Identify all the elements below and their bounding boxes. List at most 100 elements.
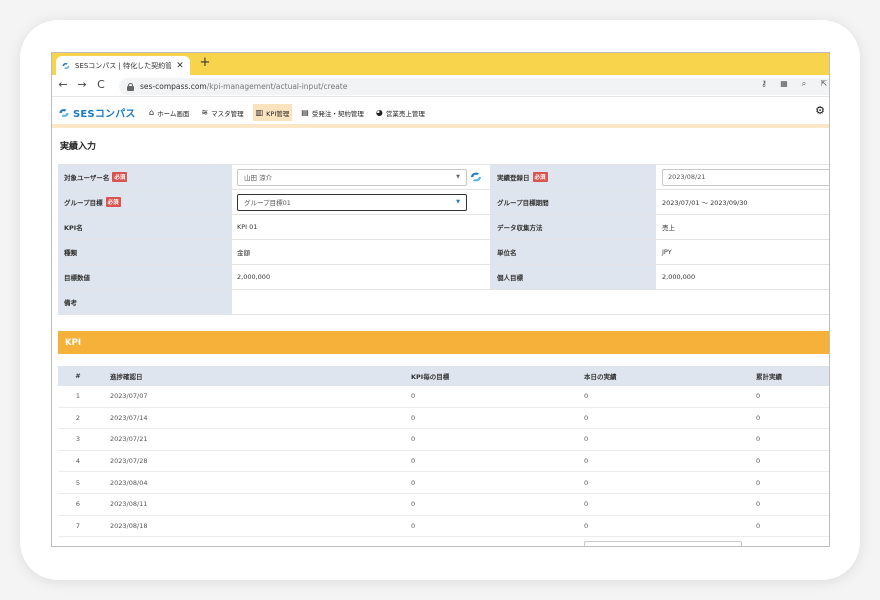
- menu-orders[interactable]: ▤ 受発注・契約管理: [298, 104, 367, 121]
- menu-sales-label: 営業売上管理: [385, 109, 425, 118]
- date-input-value: 2023/08/21: [668, 173, 706, 181]
- user-label: 対象ユーザー名 必須: [58, 165, 232, 189]
- row-date: 2023/07/28: [110, 457, 148, 466]
- lock-icon: [127, 82, 134, 91]
- group-label: グループ目標 必須: [58, 190, 232, 214]
- url-path: /kpi-management/actual-input/create: [206, 82, 348, 91]
- row-total: 0: [756, 435, 761, 444]
- browser-tab[interactable]: SESコンパス | 特化した契約管理・ ✕: [56, 56, 190, 75]
- method-label-text: データ収集方法: [497, 224, 543, 232]
- row-number: 1: [75, 392, 81, 401]
- row-number: 4: [75, 457, 81, 466]
- unit-label: 単位名: [490, 240, 656, 264]
- date-cell: 2023/08/21: [656, 165, 829, 189]
- app-navbar: SESコンパス ⌂ ホーム画面 ≋ マスタ管理 ▥ KPI管理 ▤ 受発注・契約…: [52, 98, 829, 128]
- share-icon[interactable]: ⇱: [819, 79, 829, 89]
- row-target: 0: [411, 500, 416, 509]
- row-total: 0: [756, 413, 761, 422]
- row-total: 0: [756, 521, 761, 530]
- back-button[interactable]: ←: [57, 78, 69, 91]
- table-row: 4 2023/07/28 0 0 0: [58, 451, 829, 473]
- group-select-value: グループ目標01: [244, 199, 291, 207]
- period-label-text: グループ目標期間: [497, 199, 549, 207]
- new-tab-button[interactable]: +: [198, 55, 212, 70]
- unit-label-text: 単位名: [497, 249, 517, 257]
- required-badge: 必須: [105, 197, 121, 207]
- kpi-table-header: # 進捗確認日 KPI毎の目標 本日の実績 累計実績: [58, 366, 829, 386]
- row-today: 0: [584, 392, 589, 401]
- home-icon: ⌂: [149, 107, 155, 117]
- row-date: 2023/08/04: [110, 478, 148, 487]
- row-date: 2023/08/11: [110, 500, 148, 509]
- table-row: 5 2023/08/04 0 0 0: [58, 472, 829, 494]
- translate-icon[interactable]: ▦: [779, 79, 789, 89]
- col-total-header: 累計実績: [756, 373, 782, 381]
- user-select[interactable]: 山田 涼介 ▼: [237, 168, 467, 186]
- gear-icon[interactable]: ⚙: [815, 104, 825, 117]
- actual-input-form: 対象ユーザー名 必須 山田 涼介 ▼ 実績登録日 必須 2023/08/21 グ…: [58, 164, 829, 315]
- note-field[interactable]: [232, 290, 829, 314]
- url-text: ses-compass.com/kpi-management/actual-in…: [140, 82, 347, 91]
- menu-master-label: マスタ管理: [211, 109, 244, 118]
- menu-kpi[interactable]: ▥ KPI管理: [252, 104, 293, 121]
- tab-title: SESコンパス | 特化した契約管理・: [75, 61, 171, 70]
- menu-kpi-label: KPI管理: [266, 109, 290, 118]
- row-total: 0: [756, 392, 761, 401]
- col-target-header: KPI毎の目標: [411, 373, 450, 381]
- menu-home[interactable]: ⌂ ホーム画面: [146, 104, 192, 121]
- form-row: KPI名 KPI 01 データ収集方法 売上: [58, 215, 829, 240]
- url-field[interactable]: ses-compass.com/kpi-management/actual-in…: [119, 78, 829, 95]
- target-label: 目標数値: [58, 265, 232, 289]
- reload-button[interactable]: C: [95, 78, 107, 91]
- user-label-text: 対象ユーザー名: [64, 174, 110, 182]
- kpi-name-value: KPI 01: [237, 223, 258, 231]
- target-value: 2,000,000: [237, 273, 271, 281]
- close-tab-icon[interactable]: ✕: [175, 61, 185, 71]
- row-number: 6: [75, 500, 81, 509]
- browser-window: SESコンパス | 特化した契約管理・ ✕ + ← → C ses-compas…: [51, 52, 830, 547]
- document-icon: ▤: [301, 107, 309, 117]
- group-cell: グループ目標01 ▼: [232, 190, 490, 214]
- menu-master[interactable]: ≋ マスタ管理: [198, 104, 246, 121]
- row-today: 0: [584, 521, 589, 530]
- row-number: 7: [75, 521, 81, 530]
- date-input[interactable]: 2023/08/21: [662, 168, 829, 186]
- form-row: 種類 金額 単位名 JPY: [58, 240, 829, 265]
- app-logo[interactable]: SESコンパス: [58, 105, 136, 120]
- row-today: 0: [584, 457, 589, 466]
- database-icon: ≋: [201, 107, 209, 117]
- col-date-header: 進捗確認日: [110, 373, 143, 381]
- swap-icon[interactable]: [469, 170, 483, 184]
- forward-button[interactable]: →: [76, 78, 88, 91]
- kpi-table: # 進捗確認日 KPI毎の目標 本日の実績 累計実績 1 2023/07/07 0 0…: [58, 366, 829, 538]
- method-label: データ収集方法: [490, 215, 656, 239]
- address-bar-icons: ⚷ ▦ ⌕ ⇱: [759, 79, 829, 89]
- note-label: 備考: [58, 290, 232, 314]
- period-value: 2023/07/01 〜 2023/09/30: [662, 199, 748, 207]
- date-label-text: 実績登録日: [497, 174, 530, 182]
- form-row: 備考: [58, 290, 829, 315]
- partial-input-box[interactable]: [584, 541, 742, 546]
- row-date: 2023/07/14: [110, 413, 148, 422]
- row-target: 0: [411, 457, 416, 466]
- zoom-icon[interactable]: ⌕: [799, 79, 809, 89]
- row-target: 0: [411, 392, 416, 401]
- row-date: 2023/07/07: [110, 392, 148, 401]
- form-row: 目標数値 2,000,000 個人目標 2,000,000: [58, 265, 829, 290]
- main-menu: ⌂ ホーム画面 ≋ マスタ管理 ▥ KPI管理 ▤ 受発注・契約管理 ◕ 営業売…: [146, 104, 428, 121]
- pie-chart-icon: ◕: [375, 107, 383, 117]
- menu-sales[interactable]: ◕ 営業売上管理: [373, 104, 428, 121]
- method-value: 売上: [662, 224, 675, 232]
- table-row: 1 2023/07/07 0 0 0: [58, 386, 829, 408]
- kpi-name-label-text: KPI名: [64, 224, 83, 232]
- row-total: 0: [756, 478, 761, 487]
- user-select-value: 山田 涼介: [244, 174, 273, 182]
- key-icon[interactable]: ⚷: [759, 79, 769, 89]
- address-bar: ← → C ses-compass.com/kpi-management/act…: [52, 75, 829, 97]
- row-number: 2: [75, 413, 81, 422]
- row-target: 0: [411, 435, 416, 444]
- personal-target-label: 個人目標: [490, 265, 656, 289]
- group-select[interactable]: グループ目標01 ▼: [237, 193, 467, 211]
- row-today: 0: [584, 413, 589, 422]
- row-date: 2023/08/18: [110, 521, 148, 530]
